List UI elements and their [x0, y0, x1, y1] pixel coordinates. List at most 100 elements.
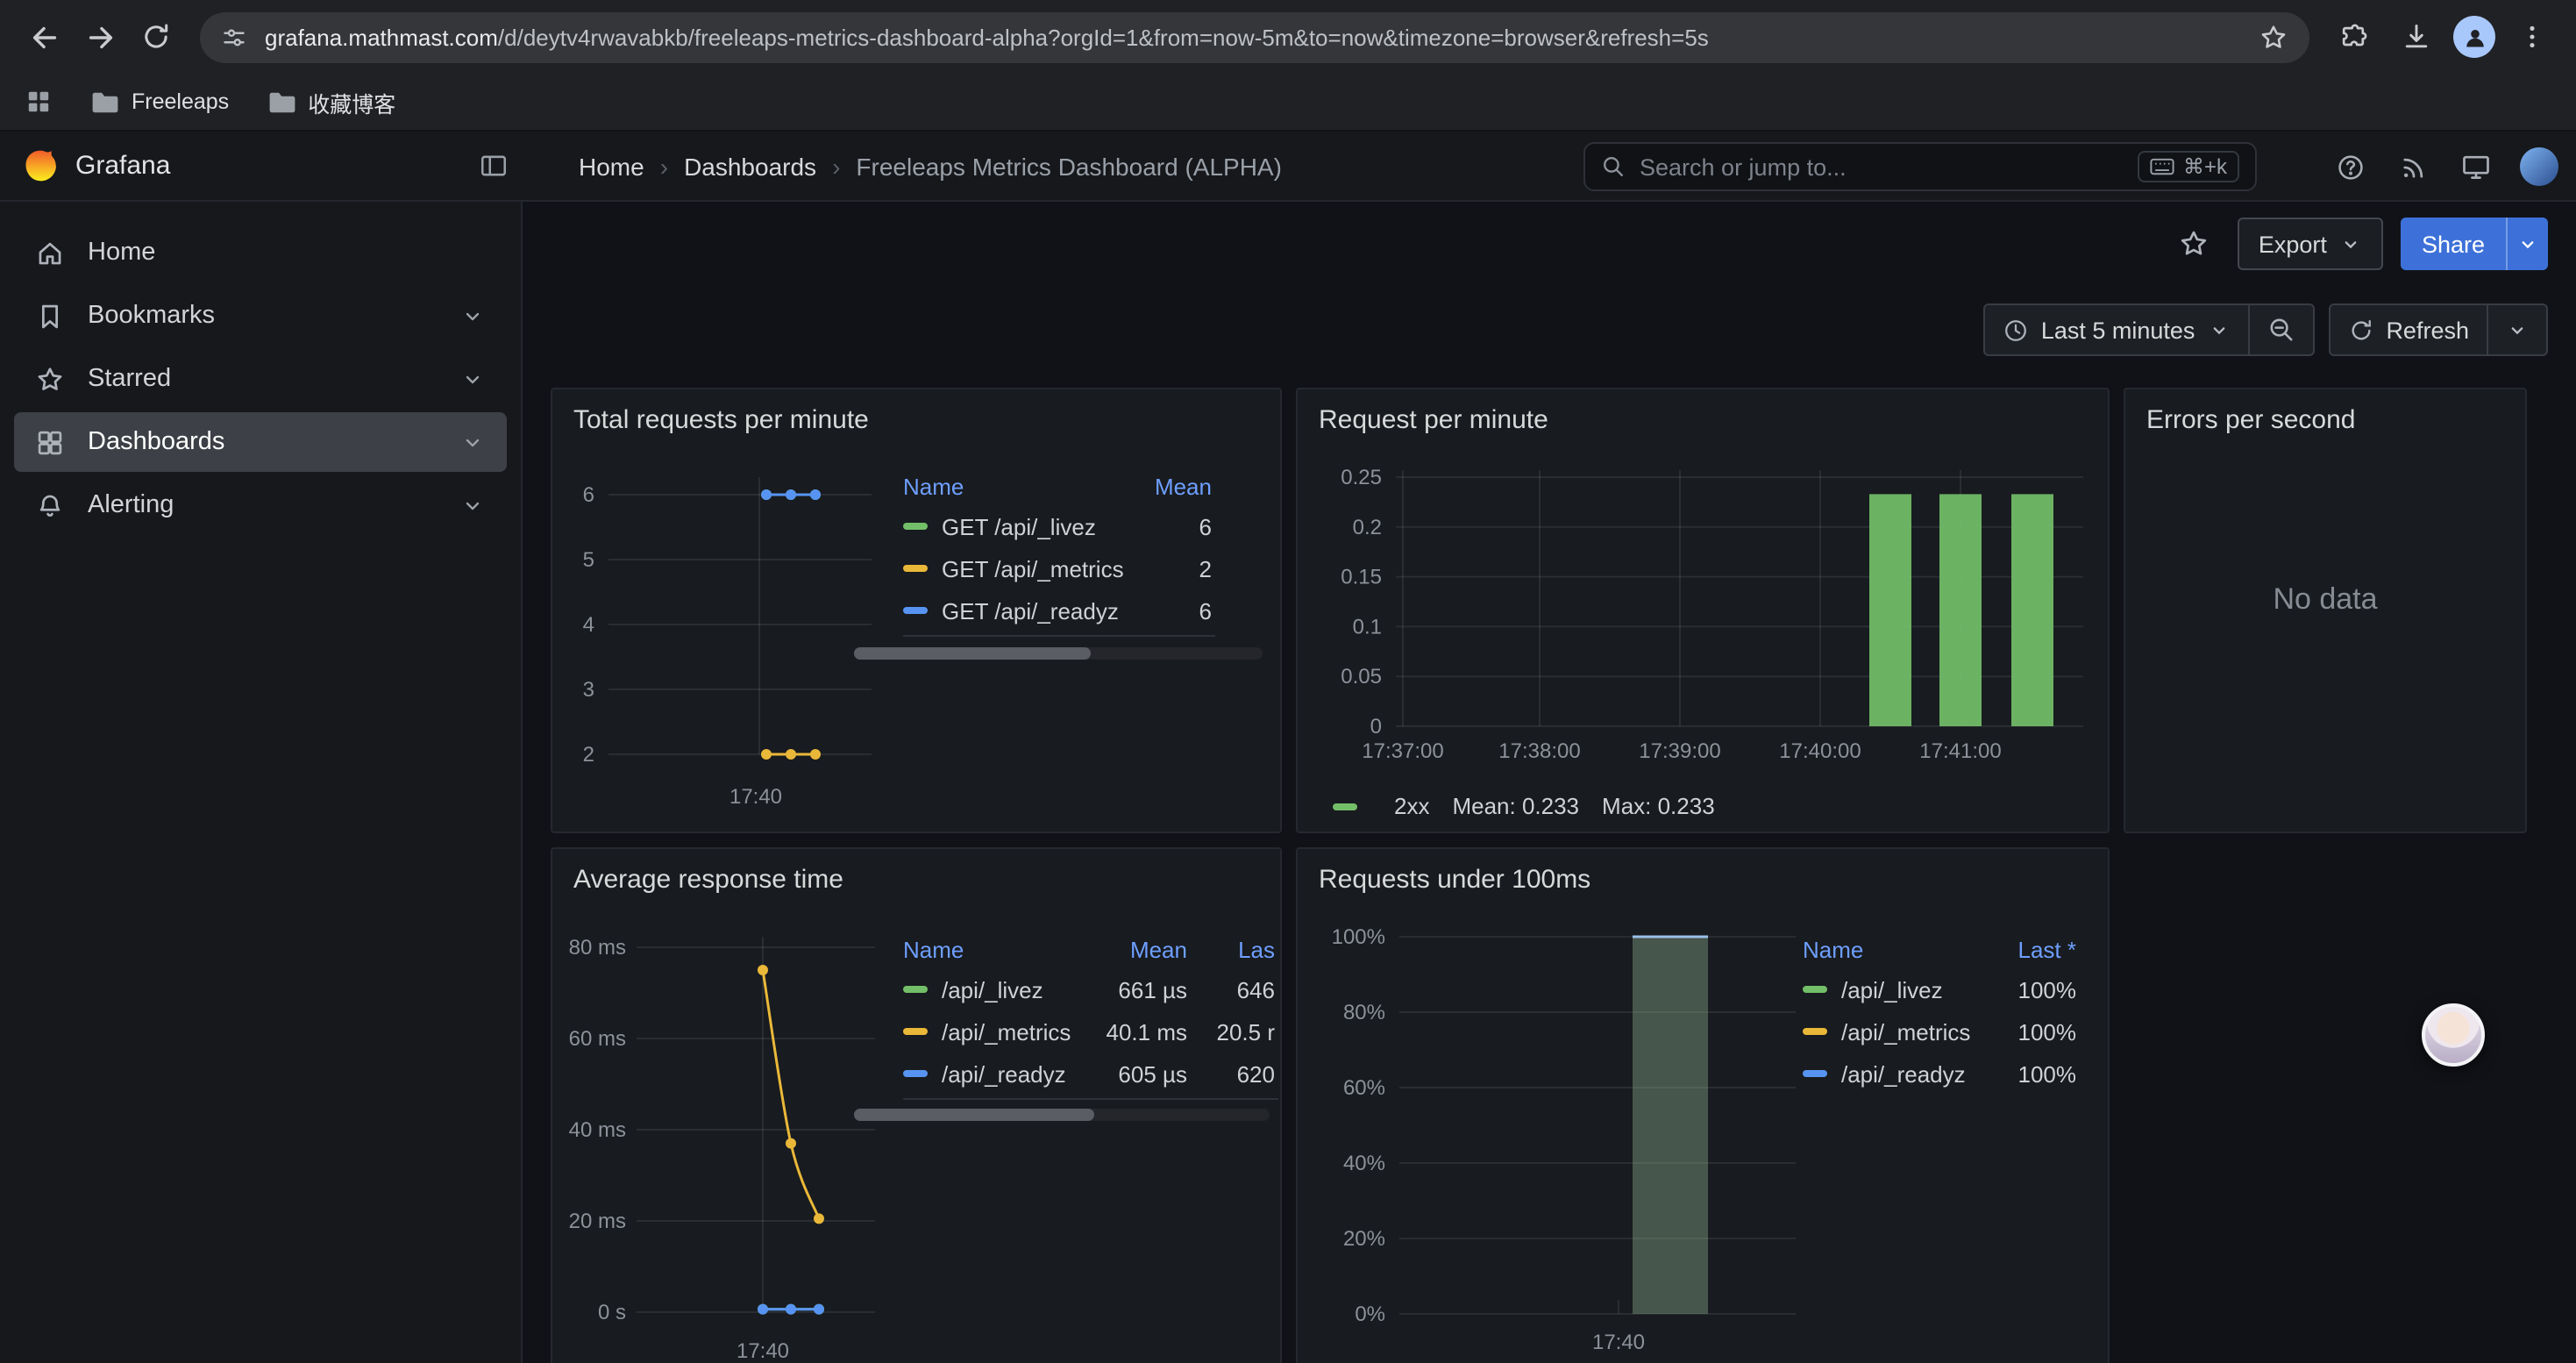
svg-text:3: 3	[583, 678, 594, 702]
svg-text:60%: 60%	[1343, 1076, 1385, 1100]
line-chart[interactable]: 6543217:40	[563, 460, 879, 828]
legend-column-header[interactable]: Name	[903, 473, 1128, 499]
grafana-header: Grafana Home›Dashboards›Freeleaps Metric…	[0, 132, 2576, 202]
line-chart[interactable]: 80 ms60 ms40 ms20 ms0 s17:40	[563, 926, 882, 1363]
legend-row[interactable]: /api/_livez661 µs646	[903, 968, 1278, 1010]
site-info-icon[interactable]	[221, 24, 247, 50]
svg-text:20 ms: 20 ms	[569, 1210, 626, 1233]
svg-text:0 s: 0 s	[598, 1301, 626, 1324]
bar-chart[interactable]: 100%80%60%40%20%0%17:40	[1312, 919, 1806, 1361]
bookmark-folder[interactable]: Freeleaps	[91, 85, 229, 118]
refresh-button[interactable]: Refresh	[2330, 305, 2487, 354]
back-button[interactable]	[18, 11, 70, 63]
profile-avatar[interactable]	[2453, 16, 2495, 58]
user-avatar[interactable]	[2520, 147, 2558, 186]
sidebar-item-starred[interactable]: Starred	[14, 349, 507, 409]
apps-grid-icon[interactable]	[25, 88, 53, 116]
legend-row[interactable]: /api/_livez100%	[1803, 968, 2080, 1010]
series-color-chip	[903, 607, 928, 614]
sidebar-item-alerting[interactable]: Alerting	[14, 475, 507, 535]
breadcrumb-item[interactable]: Home	[579, 152, 644, 180]
export-button[interactable]: Export	[2238, 218, 2383, 270]
dock-menu-icon[interactable]	[479, 151, 509, 181]
legend-row[interactable]: GET /api/_readyz6	[903, 589, 1215, 632]
panel-requests-under-100ms: Requests under 100ms 100%80%60%40%20%0%1…	[1296, 847, 2110, 1363]
legend-table: NameMeanLas/api/_livez661 µs646/api/_met…	[903, 930, 1278, 1100]
news-rss-icon[interactable]	[2387, 140, 2439, 193]
panel-title[interactable]: Errors per second	[2146, 405, 2355, 435]
panel-title[interactable]: Requests under 100ms	[1319, 865, 1590, 895]
svg-text:17:38:00: 17:38:00	[1498, 739, 1580, 763]
legend-header: NameMeanLas	[903, 930, 1278, 968]
legend-row[interactable]: /api/_readyz100%	[1803, 1053, 2080, 1095]
legend-row[interactable]: /api/_readyz605 µs620	[903, 1053, 1278, 1095]
legend-series-label[interactable]: 2xx	[1394, 793, 1429, 819]
chevron-down-icon[interactable]	[459, 492, 486, 518]
kiosk-monitor-icon[interactable]	[2450, 140, 2502, 193]
chevron-down-icon[interactable]	[459, 429, 486, 455]
sidebar-item-bookmarks[interactable]: Bookmarks	[14, 286, 507, 346]
breadcrumb-item[interactable]: Freeleaps Metrics Dashboard (ALPHA)	[856, 152, 1282, 180]
reload-button[interactable]	[130, 11, 182, 63]
sidebar-item-home[interactable]: Home	[14, 223, 507, 282]
favorite-star-icon[interactable]	[2167, 218, 2220, 270]
legend-column-header[interactable]: Mean	[1128, 473, 1215, 499]
scrollbar-thumb[interactable]	[854, 1109, 1095, 1121]
series-color-chip	[903, 1070, 928, 1077]
share-menu-caret[interactable]	[2506, 218, 2548, 270]
series-name: /api/_metrics	[1841, 1018, 1970, 1045]
apps-icon	[35, 427, 65, 457]
assistant-avatar[interactable]	[2422, 1003, 2485, 1067]
forward-button[interactable]	[74, 11, 126, 63]
svg-text:0.15: 0.15	[1341, 566, 1382, 589]
scrollbar-thumb[interactable]	[854, 647, 1091, 660]
chevron-down-icon[interactable]	[459, 366, 486, 392]
grafana-logo-icon[interactable]	[21, 146, 60, 185]
legend-column-header[interactable]: Name	[1803, 936, 1989, 962]
bookmark-folder[interactable]: 收藏博客	[267, 85, 395, 118]
bookmark-star-icon[interactable]	[2259, 22, 2288, 52]
legend-column-header[interactable]: Mean	[1089, 936, 1191, 962]
bookmark-icon	[35, 301, 65, 331]
downloads-icon[interactable]	[2390, 11, 2443, 63]
legend-row[interactable]: /api/_metrics100%	[1803, 1010, 2080, 1053]
svg-text:0: 0	[1370, 715, 1382, 739]
legend-column-header[interactable]: Last *	[1989, 936, 2080, 962]
search-box[interactable]: ⌘+k	[1583, 142, 2257, 191]
legend-scrollbar[interactable]	[854, 1109, 1270, 1121]
folder-icon	[267, 90, 295, 113]
time-range-group: Last 5 minutes	[1983, 303, 2315, 356]
zoom-out-button[interactable]	[2249, 305, 2312, 354]
svg-text:17:37:00: 17:37:00	[1362, 739, 1443, 763]
extensions-icon[interactable]	[2327, 11, 2380, 63]
legend-scrollbar[interactable]	[854, 647, 1263, 660]
legend-row[interactable]: GET /api/_metrics2	[903, 547, 1215, 589]
url-bar[interactable]: grafana.mathmast.com/d/deytv4rwavabkb/fr…	[200, 11, 2309, 62]
browser-menu-icon[interactable]	[2506, 11, 2558, 63]
svg-text:17:41:00: 17:41:00	[1919, 739, 2001, 763]
panel-title[interactable]: Request per minute	[1319, 405, 1548, 435]
series-color-chip	[903, 523, 928, 530]
legend-column-header[interactable]: Las	[1191, 936, 1278, 962]
url-text: grafana.mathmast.com/d/deytv4rwavabkb/fr…	[265, 24, 2241, 50]
time-range-picker[interactable]: Last 5 minutes	[1985, 305, 2248, 354]
svg-text:5: 5	[583, 548, 594, 572]
series-name: GET /api/_livez	[942, 513, 1096, 539]
search-input[interactable]	[1640, 153, 2124, 180]
chevron-down-icon[interactable]	[459, 303, 486, 329]
panel-title[interactable]: Total requests per minute	[573, 405, 869, 435]
share-button[interactable]: Share	[2401, 218, 2548, 270]
refresh-interval-caret[interactable]	[2488, 305, 2546, 354]
panel-title[interactable]: Average response time	[573, 865, 843, 895]
legend-row[interactable]: GET /api/_livez6	[903, 505, 1215, 547]
bar-chart[interactable]: 0.250.20.150.10.05017:37:0017:38:0017:39…	[1312, 463, 2097, 789]
sidebar-item-dashboards[interactable]: Dashboards	[14, 412, 507, 472]
legend-mean: Mean: 0.233	[1452, 793, 1579, 819]
sidebar-item-label: Starred	[88, 365, 171, 393]
svg-text:17:40:00: 17:40:00	[1779, 739, 1861, 763]
browser-toolbar: grafana.mathmast.com/d/deytv4rwavabkb/fr…	[0, 0, 2576, 74]
legend-column-header[interactable]: Name	[903, 936, 1089, 962]
breadcrumb-item[interactable]: Dashboards	[684, 152, 816, 180]
help-icon[interactable]	[2323, 140, 2376, 193]
legend-row[interactable]: /api/_metrics40.1 ms20.5 r	[903, 1010, 1278, 1053]
